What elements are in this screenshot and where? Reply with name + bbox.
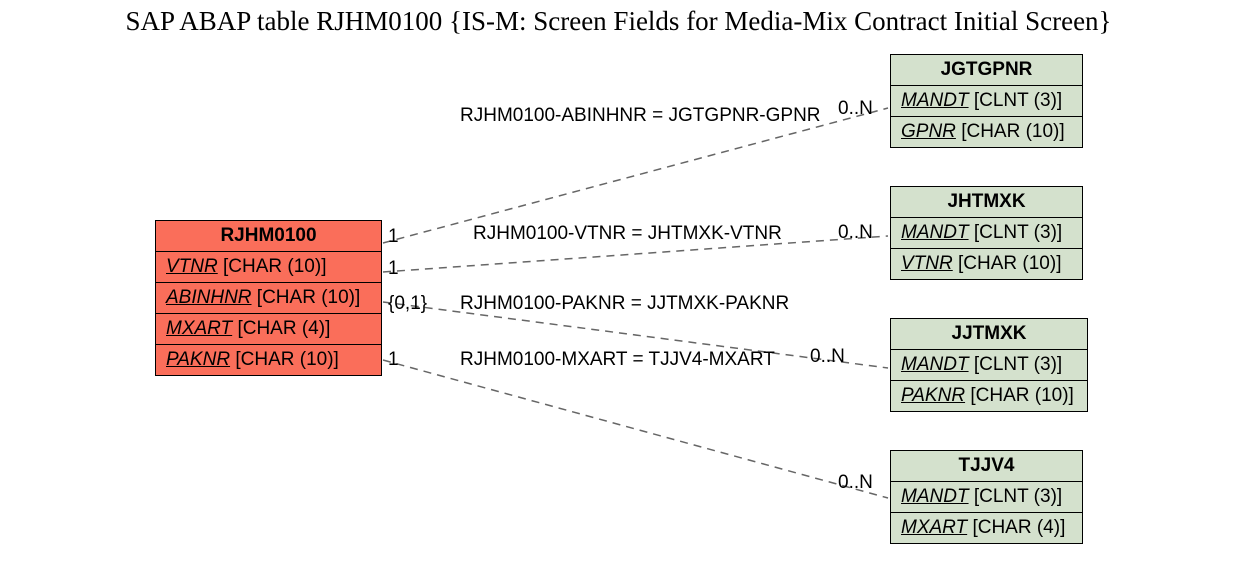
field-key: MXART bbox=[901, 517, 967, 538]
cardinality-left: 1 bbox=[388, 349, 399, 371]
entity-main-field: MXART [CHAR (4)] bbox=[156, 314, 381, 345]
link-label: RJHM0100-PAKNR = JJTMXK-PAKNR bbox=[460, 293, 789, 315]
field-type: [CHAR (10)] bbox=[961, 121, 1064, 142]
entity-ref-2: JJTMXK MANDT [CLNT (3)] PAKNR [CHAR (10)… bbox=[890, 318, 1088, 412]
entity-ref-field: GPNR [CHAR (10)] bbox=[891, 117, 1082, 147]
field-key: MANDT bbox=[901, 90, 969, 111]
entity-ref-header: TJJV4 bbox=[891, 451, 1082, 482]
field-type: [CHAR (10)] bbox=[958, 253, 1061, 274]
entity-ref-field: MANDT [CLNT (3)] bbox=[891, 86, 1082, 117]
cardinality-left: {0,1} bbox=[388, 293, 427, 315]
field-key: MANDT bbox=[901, 222, 969, 243]
link-label: RJHM0100-ABINHNR = JGTGPNR-GPNR bbox=[460, 105, 821, 127]
entity-main-header: RJHM0100 bbox=[156, 221, 381, 252]
entity-ref-header: JJTMXK bbox=[891, 319, 1087, 350]
entity-ref-field: PAKNR [CHAR (10)] bbox=[891, 381, 1087, 411]
connector-line bbox=[383, 360, 888, 498]
entity-ref-field: MANDT [CLNT (3)] bbox=[891, 482, 1082, 513]
cardinality-left: 1 bbox=[388, 226, 399, 248]
field-key: VTNR bbox=[901, 253, 953, 274]
entity-ref-field: MANDT [CLNT (3)] bbox=[891, 350, 1087, 381]
entity-ref-field: MANDT [CLNT (3)] bbox=[891, 218, 1082, 249]
field-key: ABINHNR bbox=[166, 287, 252, 308]
field-type: [CLNT (3)] bbox=[974, 90, 1062, 111]
cardinality-right: 0..N bbox=[838, 98, 873, 120]
entity-ref-header: JHTMXK bbox=[891, 187, 1082, 218]
cardinality-right: 0..N bbox=[838, 472, 873, 494]
entity-ref-field: MXART [CHAR (4)] bbox=[891, 513, 1082, 543]
entity-ref-field: VTNR [CHAR (10)] bbox=[891, 249, 1082, 279]
field-key: GPNR bbox=[901, 121, 956, 142]
entity-ref-0: JGTGPNR MANDT [CLNT (3)] GPNR [CHAR (10)… bbox=[890, 54, 1083, 148]
field-key: MANDT bbox=[901, 486, 969, 507]
entity-main-field: PAKNR [CHAR (10)] bbox=[156, 345, 381, 375]
field-type: [CLNT (3)] bbox=[974, 222, 1062, 243]
field-type: [CHAR (10)] bbox=[970, 385, 1073, 406]
field-key: MXART bbox=[166, 318, 232, 339]
field-type: [CLNT (3)] bbox=[974, 354, 1062, 375]
field-key: PAKNR bbox=[166, 349, 230, 370]
field-key: VTNR bbox=[166, 256, 218, 277]
field-type: [CHAR (10)] bbox=[257, 287, 360, 308]
entity-main: RJHM0100 VTNR [CHAR (10)] ABINHNR [CHAR … bbox=[155, 220, 382, 376]
field-key: PAKNR bbox=[901, 385, 965, 406]
entity-ref-1: JHTMXK MANDT [CLNT (3)] VTNR [CHAR (10)] bbox=[890, 186, 1083, 280]
field-type: [CHAR (10)] bbox=[223, 256, 326, 277]
field-type: [CHAR (10)] bbox=[235, 349, 338, 370]
cardinality-left: 1 bbox=[388, 258, 399, 280]
entity-main-field: ABINHNR [CHAR (10)] bbox=[156, 283, 381, 314]
entity-ref-3: TJJV4 MANDT [CLNT (3)] MXART [CHAR (4)] bbox=[890, 450, 1083, 544]
entity-ref-header: JGTGPNR bbox=[891, 55, 1082, 86]
field-type: [CLNT (3)] bbox=[974, 486, 1062, 507]
field-type: [CHAR (4)] bbox=[237, 318, 330, 339]
link-label: RJHM0100-VTNR = JHTMXK-VTNR bbox=[473, 223, 782, 245]
link-label: RJHM0100-MXART = TJJV4-MXART bbox=[460, 349, 775, 371]
cardinality-right: 0..N bbox=[838, 222, 873, 244]
cardinality-right: 0..N bbox=[810, 346, 845, 368]
field-type: [CHAR (4)] bbox=[972, 517, 1065, 538]
field-key: MANDT bbox=[901, 354, 969, 375]
entity-main-field: VTNR [CHAR (10)] bbox=[156, 252, 381, 283]
diagram-title: SAP ABAP table RJHM0100 {IS-M: Screen Fi… bbox=[0, 6, 1237, 37]
